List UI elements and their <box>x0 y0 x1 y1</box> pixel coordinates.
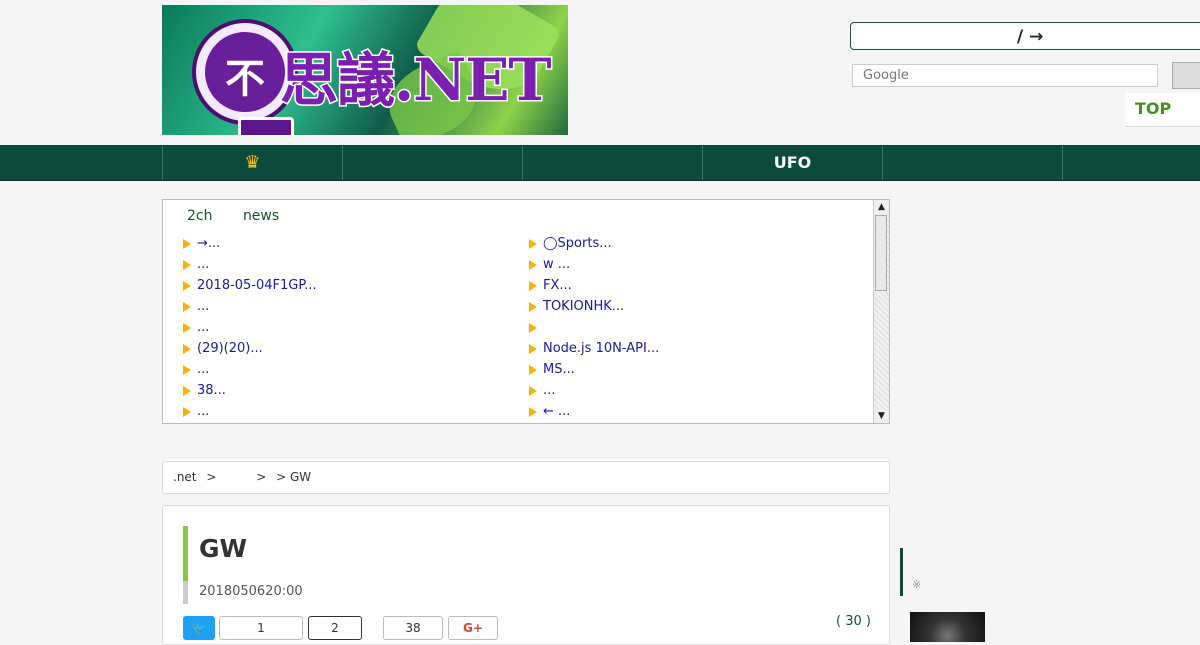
share-count-3[interactable]: 38 <box>383 616 443 640</box>
news-list-left: →... ... 2018-05-04F1GP... ... ... (29)(… <box>183 233 317 422</box>
news-link[interactable]: (29)(20)... <box>183 338 317 359</box>
news-link[interactable]: ← ... <box>529 401 659 422</box>
sidebar-thumbnail[interactable] <box>910 612 985 642</box>
news-link[interactable]: 2018-05-04F1GP... <box>183 275 317 296</box>
breadcrumb-separator: > <box>206 470 217 484</box>
news-tabs: 2ch news <box>187 208 305 224</box>
news-link[interactable]: ... <box>183 254 317 275</box>
nav-item-6[interactable] <box>1062 145 1200 180</box>
article-card: GW 2018050620:00 🐦 1 2 38 G+ ( 30 ) <box>162 505 890 645</box>
twitter-share-button[interactable]: 🐦 <box>183 616 215 640</box>
nav-item-2[interactable] <box>342 145 522 180</box>
news-link[interactable]: Node.js 10N-API... <box>529 338 659 359</box>
share-count-1[interactable]: 1 <box>219 616 303 640</box>
news-link[interactable]: MS... <box>529 359 659 380</box>
google-plus-button[interactable]: G+ <box>448 616 498 640</box>
logo-stand-decoration <box>238 117 294 135</box>
crown-icon: ♛ <box>244 152 261 173</box>
scroll-thumb[interactable] <box>875 215 887 291</box>
sidebar-heading-bar <box>900 548 903 596</box>
news-link[interactable] <box>529 317 659 338</box>
news-link[interactable]: ... <box>529 380 659 401</box>
article-title: GW <box>199 534 248 563</box>
breadcrumb-home-link[interactable]: .net <box>173 470 197 484</box>
news-link[interactable]: ... <box>183 296 317 317</box>
search-button[interactable] <box>1172 62 1200 89</box>
comment-count[interactable]: ( 30 ) <box>836 614 871 629</box>
article-date: 2018050620:00 <box>199 584 303 599</box>
nav-item-ufo[interactable]: UFO <box>702 145 882 180</box>
google-search-input[interactable] <box>852 64 1158 87</box>
news-link[interactable]: ... <box>183 359 317 380</box>
news-link[interactable]: w ... <box>529 254 659 275</box>
news-feed-box: 2ch news →... ... 2018-05-04F1GP... ... … <box>162 199 890 424</box>
tab-news[interactable]: news <box>243 208 279 224</box>
news-list-right: ◯Sports... w ... FX... TOKIONHK... Node.… <box>529 233 659 422</box>
nav-item-5[interactable] <box>882 145 1062 180</box>
news-link[interactable]: ◯Sports... <box>529 233 659 254</box>
news-link[interactable]: ... <box>183 401 317 422</box>
breadcrumb: .net > > > GW <box>162 461 890 494</box>
scroll-up-icon[interactable]: ▲ <box>874 200 889 214</box>
nav-item-ranking[interactable]: ♛ <box>162 145 342 180</box>
title-accent-bar <box>183 526 188 581</box>
share-count-2[interactable]: 2 <box>308 616 362 640</box>
main-nav: ♛ UFO <box>0 145 1200 181</box>
breadcrumb-current: > GW <box>276 470 312 484</box>
sidebar-note: ※ <box>912 578 922 591</box>
news-link[interactable]: TOKIONHK... <box>529 296 659 317</box>
news-link[interactable]: 38... <box>183 380 317 401</box>
breadcrumb-separator: > <box>256 470 267 484</box>
site-logo[interactable]: 不 思議.NET <box>162 5 568 135</box>
language-switch-button[interactable]: / → <box>850 22 1200 50</box>
nav-item-3[interactable] <box>522 145 702 180</box>
twitter-icon: 🐦 <box>191 621 207 635</box>
news-link[interactable]: FX... <box>529 275 659 296</box>
scroll-down-icon[interactable]: ▼ <box>874 409 889 423</box>
news-link[interactable]: →... <box>183 233 317 254</box>
top-link[interactable]: TOP <box>1125 93 1200 127</box>
tab-2ch[interactable]: 2ch <box>187 208 212 224</box>
logo-text: 思議.NET <box>279 45 554 116</box>
news-link[interactable]: ... <box>183 317 317 338</box>
date-accent-bar <box>183 581 188 604</box>
news-scrollbar[interactable]: ▲ ▼ <box>873 200 889 423</box>
